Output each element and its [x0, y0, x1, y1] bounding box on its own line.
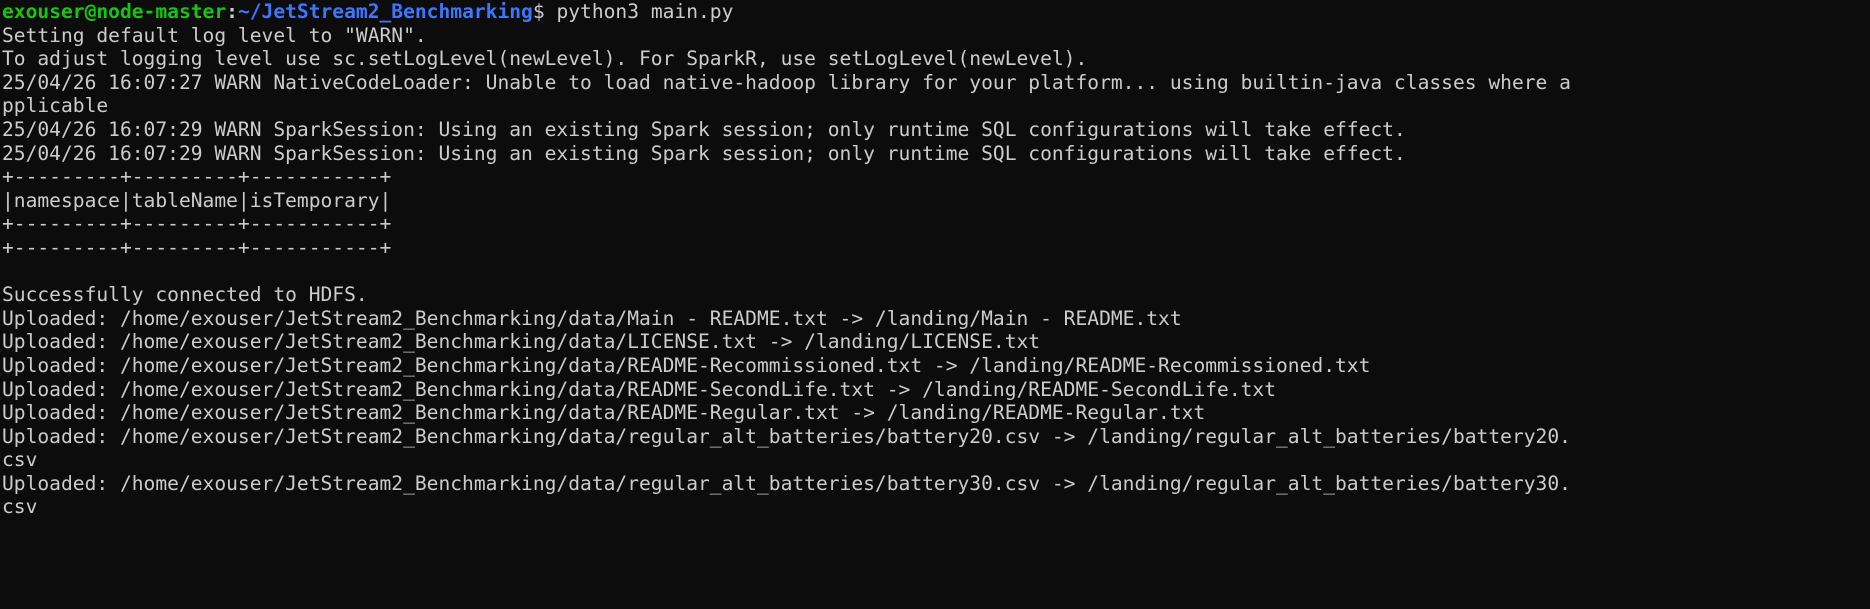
prompt-separator: : [226, 0, 238, 23]
upload-line: Uploaded: /home/exouser/JetStream2_Bench… [2, 377, 1277, 401]
upload-line: Uploaded: /home/exouser/JetStream2_Bench… [2, 401, 1206, 425]
table-border: +---------+---------+-----------+ [2, 235, 392, 259]
table-border: +---------+---------+-----------+ [2, 212, 392, 236]
table-border: +---------+---------+-----------+ [2, 165, 392, 189]
table-header: |namespace|tableName|isTemporary| [2, 188, 392, 212]
output-line: 25/04/26 16:07:29 WARN SparkSession: Usi… [2, 117, 1406, 141]
output-line: 25/04/26 16:07:29 WARN SparkSession: Usi… [2, 141, 1406, 165]
prompt-user-host: exouser@node-master [2, 0, 227, 23]
output-line: Successfully connected to HDFS. [2, 283, 368, 307]
output-line: 25/04/26 16:07:27 WARN NativeCodeLoader:… [2, 70, 1571, 94]
prompt-symbol: $ [532, 0, 545, 23]
upload-line-wrap: csv [2, 448, 38, 472]
upload-line: Uploaded: /home/exouser/JetStream2_Bench… [2, 353, 1371, 377]
output-line: To adjust logging level use sc.setLogLev… [2, 47, 1088, 71]
upload-line: Uploaded: /home/exouser/JetStream2_Bench… [2, 424, 1571, 448]
prompt-line: exouser@node-master:~/JetStream2_Benchma… [2, 0, 1870, 24]
terminal-window[interactable]: exouser@node-master:~/JetStream2_Benchma… [0, 0, 1870, 609]
upload-line: Uploaded: /home/exouser/JetStream2_Bench… [2, 306, 1182, 330]
command-text: python3 main.py [544, 0, 734, 23]
upload-line-wrap: csv [2, 495, 38, 519]
upload-line: Uploaded: /home/exouser/JetStream2_Bench… [2, 330, 1041, 354]
upload-line: Uploaded: /home/exouser/JetStream2_Bench… [2, 471, 1571, 495]
output-line: pplicable [2, 94, 109, 118]
output-line: Setting default log level to "WARN". [2, 23, 427, 47]
prompt-path: ~/JetStream2_Benchmarking [237, 0, 533, 23]
